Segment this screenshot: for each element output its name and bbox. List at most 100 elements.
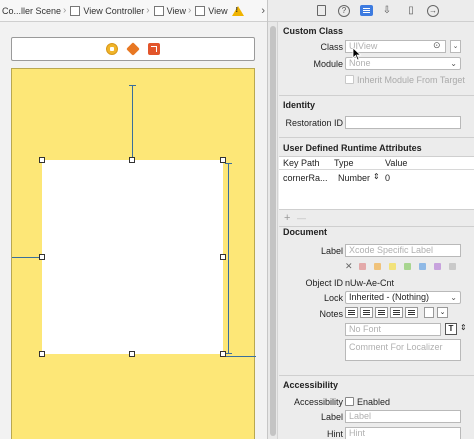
align-natural-icon[interactable]: [405, 307, 418, 318]
color-swatch-yellow[interactable]: [389, 263, 396, 270]
color-swatch-orange[interactable]: [374, 263, 381, 270]
first-responder-icon[interactable]: [126, 42, 140, 56]
identity-inspector-icon[interactable]: [360, 5, 373, 16]
resize-handle-top[interactable]: [129, 157, 135, 163]
module-label: Module: [313, 59, 343, 69]
color-well[interactable]: [424, 307, 434, 318]
accessibility-enabled-label: Enabled: [357, 397, 391, 407]
resize-handle-right[interactable]: [220, 254, 226, 260]
top-constraint-cap: [129, 85, 136, 86]
inherit-row: Inherit Module From Target: [279, 73, 474, 87]
align-center-icon[interactable]: [360, 307, 373, 318]
size-inspector-icon[interactable]: ▯: [405, 5, 417, 17]
crumb-subview[interactable]: View: [193, 5, 228, 16]
restoration-row: Restoration ID: [279, 116, 474, 130]
trailing-constraint-cap-bottom: [225, 353, 232, 354]
dropdown-icon[interactable]: ⌄: [437, 307, 448, 318]
resize-handle-top-right[interactable]: [220, 157, 226, 163]
connections-inspector-icon[interactable]: →: [427, 5, 439, 17]
jump-bar: Co...ller Scene › View Controller › View…: [0, 0, 267, 22]
color-swatch-purple[interactable]: [434, 263, 441, 270]
stepper-icon[interactable]: ⇕: [373, 172, 380, 181]
udra-table[interactable]: Key Path Type Value cornerRa... Number ⇕…: [279, 156, 474, 210]
leading-constraint[interactable]: [12, 257, 42, 258]
add-attribute-button[interactable]: +: [284, 212, 290, 224]
clear-color-icon[interactable]: ✕: [345, 261, 353, 272]
font-picker-icon[interactable]: T: [445, 323, 457, 335]
accessibility-enabled-checkbox[interactable]: [345, 397, 354, 406]
chevron-down-icon: ⌄: [450, 59, 457, 68]
root-view[interactable]: [11, 68, 256, 439]
scrollbar[interactable]: [268, 22, 278, 439]
trailing-constraint-cap-top: [225, 163, 232, 164]
module-select[interactable]: None ⌄: [345, 57, 461, 70]
object-id-row: Object ID nUw-Ae-Cnt: [279, 276, 474, 290]
view-icon: [195, 5, 206, 16]
warning-icon[interactable]: !: [231, 5, 244, 16]
bottom-trailing-constraint[interactable]: [223, 356, 256, 357]
mouse-cursor-icon: [352, 47, 362, 61]
resize-handle-bottom-left[interactable]: [39, 351, 45, 357]
color-swatch-gray[interactable]: [449, 263, 456, 270]
exit-icon[interactable]: [148, 43, 160, 55]
udra-header: Key Path Type Value: [279, 157, 474, 170]
dropdown-icon[interactable]: ⌄: [450, 40, 461, 53]
udra-controls: + —: [279, 212, 474, 226]
notes-label: Notes: [319, 309, 343, 319]
color-swatch-blue[interactable]: [419, 263, 426, 270]
chevron-right-icon: ›: [187, 5, 192, 16]
lock-label: Lock: [323, 293, 343, 303]
lock-select[interactable]: Inherited - (Nothing) ⌄: [345, 291, 461, 304]
acc-hint-field[interactable]: Hint: [345, 427, 461, 439]
scrollbar-thumb[interactable]: [270, 26, 276, 436]
udra-title: User Defined Runtime Attributes: [283, 143, 422, 153]
interface-builder-canvas[interactable]: Co...ller Scene › View Controller › View…: [0, 0, 267, 439]
top-constraint[interactable]: [132, 85, 133, 160]
font-row: No Font T ⇕: [279, 323, 474, 337]
resize-handle-top-left[interactable]: [39, 157, 45, 163]
swatch-row: ✕: [279, 261, 474, 275]
attributes-inspector-icon[interactable]: ⇩: [381, 5, 393, 17]
acc-label-label: Label: [320, 412, 343, 422]
crumb-view-controller[interactable]: View Controller ›: [68, 5, 151, 16]
identity-title: Identity: [283, 100, 316, 110]
resize-handle-bottom-right[interactable]: [220, 351, 226, 357]
stepper-icon[interactable]: ⇕: [460, 323, 467, 332]
accessibility-row: Accessibility Enabled: [279, 395, 474, 409]
acc-label-field[interactable]: Label: [345, 410, 461, 423]
selected-subview[interactable]: [42, 160, 223, 354]
file-inspector-icon[interactable]: [317, 5, 326, 16]
remove-attribute-button[interactable]: —: [297, 213, 306, 223]
trailing-constraint-vertical[interactable]: [228, 163, 229, 353]
restoration-id-label: Restoration ID: [285, 118, 343, 128]
view-controller-icon[interactable]: [106, 43, 118, 55]
identity-inspector: ? ⇩ ▯ → Custom Class Class UIView ⊙ ⌄ Mo…: [267, 0, 474, 439]
object-id-value: nUw-Ae-Cnt: [345, 278, 395, 288]
crumb-view[interactable]: View ›: [152, 5, 194, 16]
notes-row: Notes ⌄: [279, 307, 474, 321]
inherit-module-checkbox[interactable]: [345, 75, 354, 84]
align-justify-icon[interactable]: [390, 307, 403, 318]
resize-handle-bottom[interactable]: [129, 351, 135, 357]
crumb-scene[interactable]: Co...ller Scene ›: [2, 5, 68, 16]
doc-label-field[interactable]: Xcode Specific Label: [345, 244, 461, 257]
color-swatch-red[interactable]: [359, 263, 366, 270]
chevron-right-icon[interactable]: ›: [261, 5, 265, 17]
arrow-circle-icon[interactable]: ⊙: [433, 40, 441, 51]
udra-row[interactable]: cornerRa... Number ⇕ 0: [279, 170, 474, 184]
quick-help-icon[interactable]: ?: [338, 5, 350, 17]
font-field[interactable]: No Font: [345, 323, 441, 336]
color-swatch-green[interactable]: [404, 263, 411, 270]
align-right-icon[interactable]: [375, 307, 388, 318]
align-left-icon[interactable]: [345, 307, 358, 318]
resize-handle-left[interactable]: [39, 254, 45, 260]
chevron-down-icon: ⌄: [450, 293, 457, 302]
restoration-id-field[interactable]: [345, 116, 461, 129]
chevron-right-icon: ›: [63, 5, 67, 16]
acc-label-row: Label Label: [279, 410, 474, 424]
acc-hint-label: Hint: [326, 429, 343, 439]
comment-field[interactable]: Comment For Localizer: [345, 339, 461, 361]
object-id-label: Object ID: [305, 278, 343, 288]
chevron-right-icon: ›: [146, 5, 150, 16]
view-icon: [153, 5, 164, 16]
